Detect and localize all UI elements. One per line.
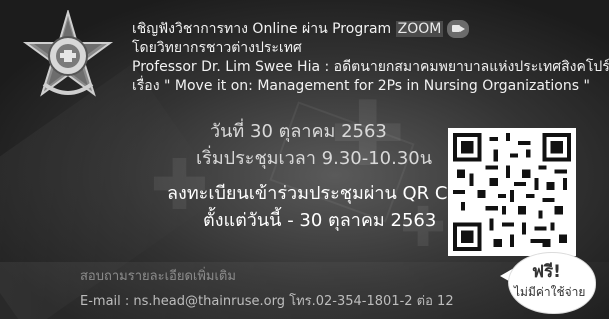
free-badge-title: ฟรี! <box>532 262 561 282</box>
zoom-camera-icon <box>447 20 470 38</box>
registration-line2: ตั้งแต่วันนี้ - 30 ตุลาคม 2563 <box>203 210 437 231</box>
event-date: วันที่ 30 ตุลาคม 2563 <box>210 121 387 142</box>
nurses-association-emblem-icon <box>14 8 122 110</box>
invite-line1-text: เชิญฟังวิชาการทาง Online ผ่าน Program <box>132 21 396 37</box>
registration-qr-code[interactable] <box>448 128 576 256</box>
zoom-label: ZOOM <box>395 21 444 37</box>
free-badge-subtitle: ไม่มีค่าใช้จ่าย <box>514 285 586 299</box>
event-time: เริ่มประชุมเวลา 9.30-10.30น <box>196 148 433 169</box>
invite-line-topic: เรื่อง " Move it on: Management for 2Ps … <box>132 78 590 94</box>
contact-email-phone[interactable]: E-mail : ns.head@thainruse.org โทร.02-35… <box>80 290 454 311</box>
contact-title: สอบถามรายละเอียดเพิ่มเติม <box>80 269 236 284</box>
qr-code-icon <box>453 133 571 251</box>
event-banner: ✚ ✚ ✚ เชิญฟังวิชาการทาง Online ผ่าน Prog… <box>0 0 609 319</box>
